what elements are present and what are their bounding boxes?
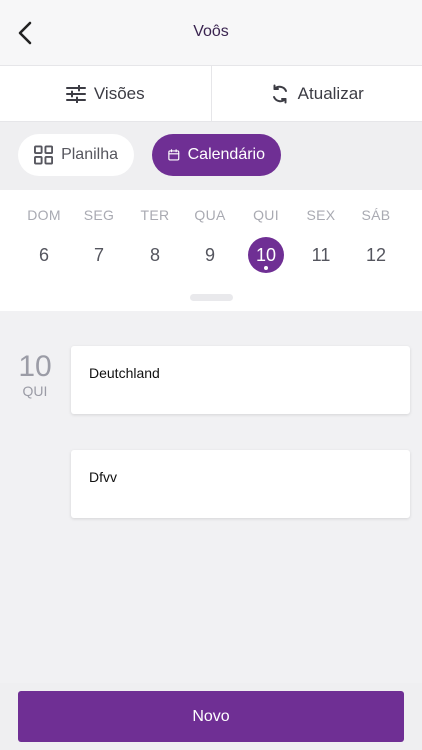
new-record-label: Novo xyxy=(192,707,230,725)
day-column: TER 8 xyxy=(130,207,180,273)
drag-handle[interactable] xyxy=(190,294,233,301)
refresh-icon xyxy=(272,84,287,103)
weekday-label: TER xyxy=(140,207,170,223)
day-column: SÁB 12 xyxy=(351,207,401,273)
page-title: Voôs xyxy=(193,23,229,40)
refresh-button[interactable]: Atualizar xyxy=(210,66,422,121)
toolbar: Visões Atualizar xyxy=(0,66,422,122)
grid-icon xyxy=(34,145,54,165)
weekday-label: QUI xyxy=(253,207,279,223)
weekday-label: QUA xyxy=(194,207,226,223)
day-number[interactable]: 12 xyxy=(358,237,394,273)
sheet-view-label: Planilha xyxy=(61,146,118,163)
record-card[interactable]: Dfvv xyxy=(71,450,410,518)
calendar-view-button[interactable]: Calendário xyxy=(152,134,281,176)
weekday-label: SEG xyxy=(83,207,115,223)
weekday-label: DOM xyxy=(27,207,61,223)
record-title: Deutchland xyxy=(89,365,160,381)
agenda-list: 10 QUI Deutchland Dfvv xyxy=(0,311,422,683)
sheet-view-button[interactable]: Planilha xyxy=(18,134,134,176)
record-title: Dfvv xyxy=(89,469,117,485)
selected-day-number[interactable]: 10 xyxy=(248,237,284,273)
day-number[interactable]: 9 xyxy=(192,237,228,273)
day-column: SEG 7 xyxy=(74,207,124,273)
calendar-view-label: Calendário xyxy=(187,146,265,163)
day-number[interactable]: 11 xyxy=(303,237,339,273)
day-number[interactable]: 6 xyxy=(26,237,62,273)
sliders-icon xyxy=(65,84,86,103)
app-header: Voôs xyxy=(0,0,422,66)
agenda-date-weekday: QUI xyxy=(22,383,48,399)
calendar-icon xyxy=(168,149,180,161)
day-column-selected: QUI 10 xyxy=(241,207,291,273)
day-column: SEX 11 xyxy=(296,207,346,273)
new-record-button[interactable]: Novo xyxy=(18,691,404,742)
view-switcher: Planilha Calendário xyxy=(0,122,422,190)
day-number[interactable]: 8 xyxy=(137,237,173,273)
weekday-label: SEX xyxy=(306,207,336,223)
views-button[interactable]: Visões xyxy=(0,66,211,121)
day-column: DOM 6 xyxy=(19,207,69,273)
day-number[interactable]: 7 xyxy=(81,237,117,273)
record-card[interactable]: Deutchland xyxy=(71,346,410,414)
day-column: QUA 9 xyxy=(185,207,235,273)
footer: Novo xyxy=(0,683,422,750)
week-strip: DOM 6 SEG 7 TER 8 QUA 9 QUI 10 SEX 11 SÁ… xyxy=(0,190,422,311)
views-label: Visões xyxy=(93,83,145,103)
refresh-label: Atualizar xyxy=(297,83,364,103)
agenda-date-number: 10 xyxy=(18,350,52,383)
weekday-label: SÁB xyxy=(361,207,391,223)
